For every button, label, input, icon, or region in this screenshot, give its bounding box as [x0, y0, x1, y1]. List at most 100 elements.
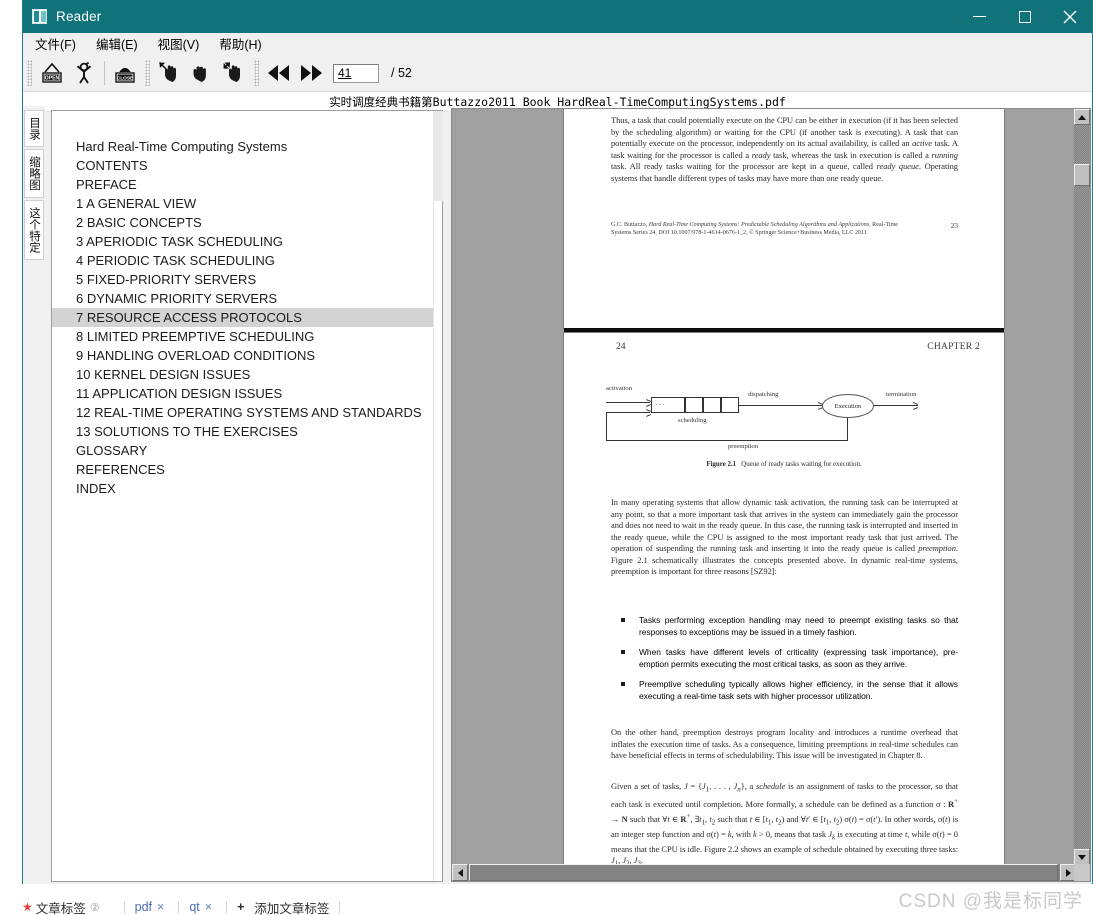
outline-item-ch9[interactable]: 9 HANDLING OVERLOAD CONDITIONS — [52, 346, 433, 365]
outline-item-preface[interactable]: PREFACE — [52, 175, 433, 194]
bullet-text-2: When tasks have different levels of crit… — [639, 647, 958, 669]
menu-view[interactable]: 视图(V) — [150, 32, 208, 55]
pan-hand-button[interactable] — [187, 58, 217, 89]
hand-zoom-in-icon — [223, 61, 240, 82]
page23-paragraph: Thus, a task that could potentially exec… — [611, 115, 958, 183]
figure-arrow-dispatching — [739, 405, 822, 406]
pdf-vertical-scroll-thumb[interactable] — [1074, 164, 1090, 186]
outline-item-ch12[interactable]: 12 REAL-TIME OPERATING SYSTEMS AND STAND… — [52, 403, 433, 422]
figure-label-scheduling: scheduling — [678, 417, 707, 424]
tag-divider-4 — [339, 900, 341, 914]
figure-label-execution: Execution — [834, 402, 862, 410]
rail-tab-outline[interactable]: 目录 — [24, 110, 44, 147]
open-icon: OPEN — [42, 62, 62, 83]
add-article-tag-button[interactable]: 添加文章标签 — [254, 899, 329, 915]
outline-list[interactable]: Hard Real-Time Computing Systems CONTENT… — [52, 111, 433, 881]
figure-arrow-termination — [874, 405, 918, 406]
outline-item-contents[interactable]: CONTENTS — [52, 156, 433, 175]
outline-item-book-title[interactable]: Hard Real-Time Computing Systems — [52, 137, 433, 156]
previous-page-button[interactable] — [264, 58, 294, 89]
outline-item-ch11[interactable]: 11 APPLICATION DESIGN ISSUES — [52, 384, 433, 403]
pdf-horizontal-scroll-thumb[interactable] — [469, 864, 1058, 881]
page24-paragraph-2: On the other hand, preemption destroys p… — [611, 727, 958, 761]
figure-label-dispatching: dispatching — [748, 391, 779, 398]
outline-item-ch6[interactable]: 6 DYNAMIC PRIORITY SERVERS — [52, 289, 433, 308]
maximize-button[interactable] — [1002, 0, 1047, 33]
figure-label-preemption: preemption — [728, 443, 759, 450]
menu-help[interactable]: 帮助(H) — [211, 32, 269, 55]
figure-caption-number: Figure 2.1 — [706, 461, 737, 468]
outline-item-ch8[interactable]: 8 LIMITED PREEMPTIVE SCHEDULING — [52, 327, 433, 346]
tools-button[interactable] — [69, 58, 99, 89]
page24-paragraph-3: Given a set of tasks, J = {J1, . . . , J… — [611, 781, 959, 865]
bullet-square-icon — [621, 682, 625, 687]
tag-chip-pdf[interactable]: pdf — [135, 900, 152, 914]
hand-zoom-out-icon — [158, 61, 176, 82]
figure-arrow-preempt-return — [606, 412, 650, 413]
page-number-input[interactable]: 41 — [333, 63, 379, 83]
menu-edit[interactable]: 编辑(E) — [88, 32, 146, 55]
page24-paragraph-1: In many operating systems that allow dyn… — [611, 497, 958, 577]
tag-remove-qt-icon[interactable]: × — [205, 900, 212, 914]
pdf-vertical-scrollbar[interactable] — [1074, 109, 1090, 865]
rail-tab-custom-label: 这个特定 — [28, 206, 40, 253]
tag-remove-pdf-icon[interactable]: × — [157, 900, 164, 914]
toolbar-grip-3[interactable] — [254, 60, 259, 86]
rail-tab-thumbnails-label: 缩略图 — [28, 156, 40, 191]
close-icon — [1063, 10, 1076, 23]
outline-item-references[interactable]: REFERENCES — [52, 460, 433, 479]
window-title: Reader — [56, 9, 102, 24]
outline-scrollbar[interactable] — [433, 111, 443, 881]
toolbar-grip-2[interactable] — [145, 60, 150, 86]
next-page-button[interactable] — [296, 58, 326, 89]
outline-item-index[interactable]: INDEX — [52, 479, 433, 498]
blog-left-strip — [0, 0, 22, 884]
bullet-square-icon — [621, 650, 625, 655]
page24-running-head-left: 24 — [616, 341, 626, 352]
open-document-button[interactable]: OPEN — [37, 58, 67, 89]
app-icon — [32, 9, 47, 24]
outline-item-ch5[interactable]: 5 FIXED-PRIORITY SERVERS — [52, 270, 433, 289]
zoom-in-hand-button[interactable] — [155, 58, 185, 89]
pdf-scroll-up-button[interactable] — [1074, 109, 1090, 125]
outline-item-glossary[interactable]: GLOSSARY — [52, 441, 433, 460]
close-document-button[interactable]: CLOSE — [110, 58, 140, 89]
close-button[interactable] — [1047, 0, 1092, 33]
rail-tab-custom[interactable]: 这个特定 — [24, 199, 44, 260]
outline-item-ch13[interactable]: 13 SOLUTIONS TO THE EXERCISES — [52, 422, 433, 441]
rail-tab-thumbnails[interactable]: 缩略图 — [24, 149, 44, 198]
outline-item-ch10[interactable]: 10 KERNEL DESIGN ISSUES — [52, 365, 433, 384]
reader-window: Reader 文件(F) 编辑(E) 视图(V) 帮助(H) OPEN CLOS… — [22, 0, 1093, 889]
outline-item-ch4[interactable]: 4 PERIODIC TASK SCHEDULING — [52, 251, 433, 270]
figure-preempt-across — [606, 440, 848, 441]
scrollbar-corner — [1074, 864, 1090, 881]
pdf-horizontal-scrollbar[interactable] — [452, 864, 1076, 881]
tag-divider-2 — [178, 900, 180, 914]
pdf-scroll-down-button[interactable] — [1074, 849, 1090, 865]
figure-arrowhead-return-b — [645, 413, 652, 417]
toolbar: OPEN CLOSE 41 / 52 — [23, 55, 1092, 92]
zoom-out-hand-button[interactable] — [219, 58, 249, 89]
menu-file[interactable]: 文件(F) — [27, 32, 84, 55]
pdf-page-23: Thus, a task that could potentially exec… — [564, 109, 1004, 328]
outline-item-ch2[interactable]: 2 BASIC CONCEPTS — [52, 213, 433, 232]
toolbar-grip-1[interactable] — [27, 60, 32, 86]
pdf-scroll-area[interactable]: Thus, a task that could potentially exec… — [452, 109, 1076, 865]
outline-item-ch3[interactable]: 3 APERIODIC TASK SCHEDULING — [52, 232, 433, 251]
article-tag-label: 文章标签 — [35, 901, 86, 915]
add-tag-plus-icon[interactable]: + — [237, 900, 244, 914]
minimize-button[interactable] — [957, 0, 1002, 33]
figure-arrowhead-term-a — [912, 401, 919, 405]
figure-preempt-up — [606, 412, 607, 441]
window-titlebar[interactable]: Reader — [23, 0, 1092, 33]
fast-forward-icon — [301, 65, 322, 81]
page24-running-head-right: CHAPTER 2 — [927, 341, 980, 352]
figure-queue-dots: . . . — [656, 400, 665, 407]
outline-scrollbar-thumb[interactable] — [434, 111, 443, 201]
figure-label-activation: activation — [606, 385, 632, 392]
pdf-scroll-left-button[interactable] — [452, 864, 468, 881]
outline-item-ch1[interactable]: 1 A GENERAL VIEW — [52, 194, 433, 213]
page24-bullet-list: Tasks performing exception handling may … — [611, 615, 958, 711]
tag-chip-qt[interactable]: qt — [189, 900, 199, 914]
outline-item-ch7[interactable]: 7 RESOURCE ACCESS PROTOCOLS — [52, 308, 433, 327]
